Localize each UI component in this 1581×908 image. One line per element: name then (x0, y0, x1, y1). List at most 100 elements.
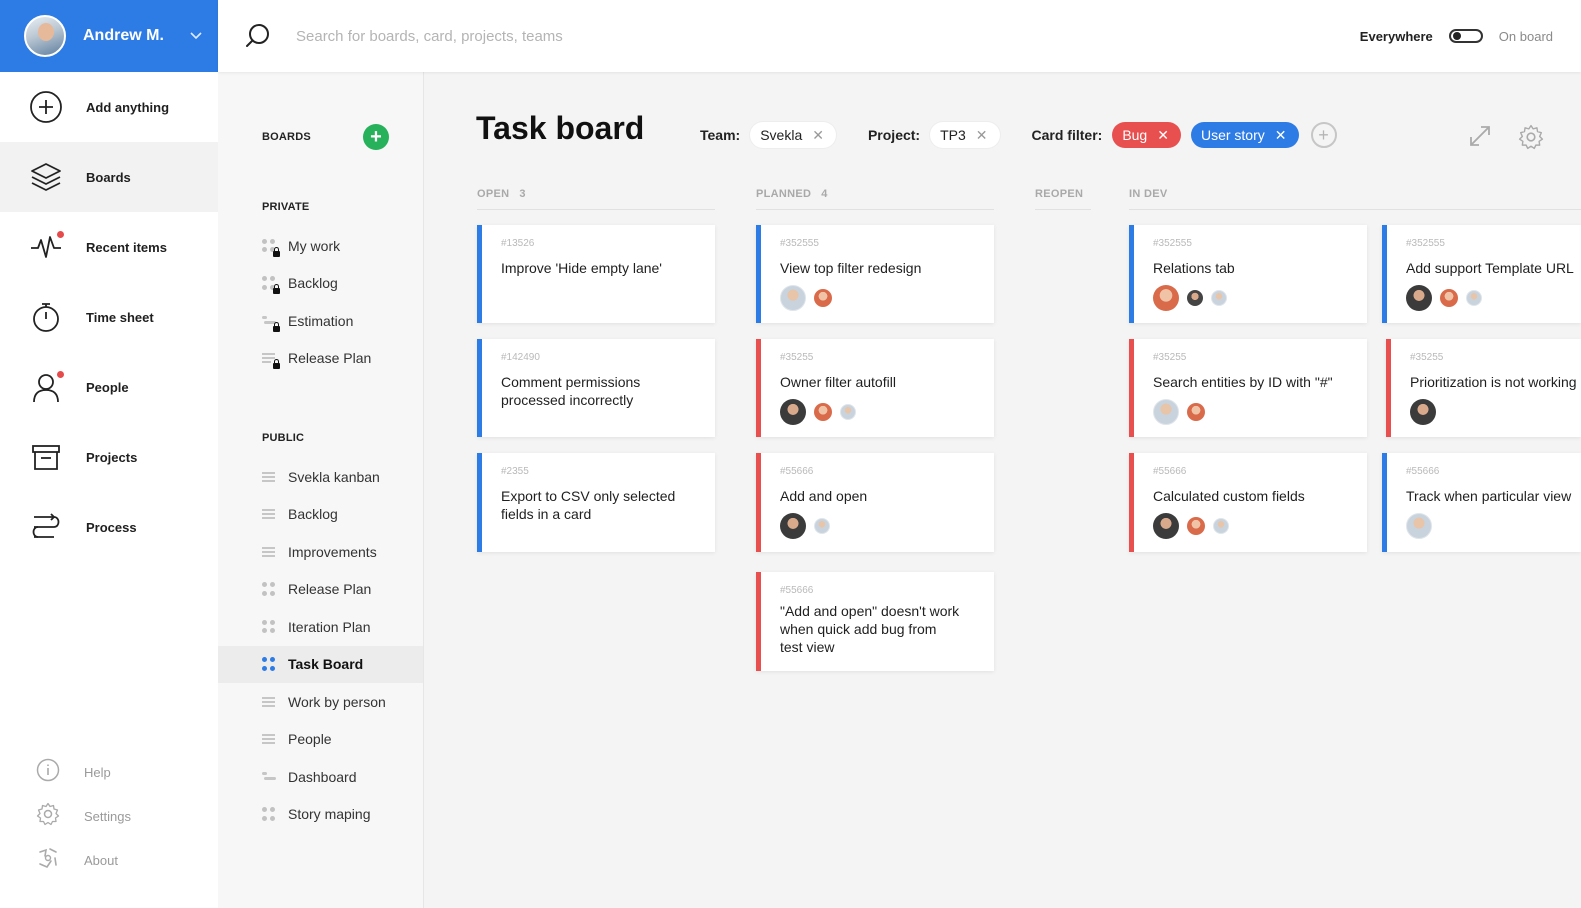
nav-item-settings[interactable]: Settings (0, 794, 218, 838)
avatar[interactable] (1153, 285, 1179, 311)
board-item-iteration-plan[interactable]: Iteration Plan (218, 608, 423, 646)
card-13526[interactable]: #13526 Improve 'Hide empty lane' (477, 225, 715, 323)
team-label: Team: (700, 127, 741, 143)
expand-icon[interactable] (1468, 124, 1492, 148)
avatar[interactable] (814, 289, 832, 307)
board-label: Release Plan (288, 581, 372, 598)
board-item-backlog-private[interactable]: Backlog (218, 265, 423, 303)
card-352555-relations[interactable]: #352555 Relations tab (1129, 225, 1367, 323)
bug-filter-chip[interactable]: Bug ✕ (1112, 122, 1181, 148)
card-55666-add-and-open-bug[interactable]: #55666 "Add and open" doesn't work when … (756, 572, 994, 671)
board-grid-icon (262, 582, 276, 596)
nav-item-boards[interactable]: Boards (0, 142, 218, 212)
avatar[interactable] (1153, 513, 1179, 539)
avatar[interactable] (840, 404, 856, 420)
avatar[interactable] (1187, 403, 1205, 421)
search-icon[interactable] (244, 22, 272, 50)
nav-item-help[interactable]: Help (0, 750, 218, 794)
card-assignees (1153, 513, 1353, 539)
card-55666-calculated[interactable]: #55666 Calculated custom fields (1129, 453, 1367, 552)
avatar[interactable] (780, 399, 806, 425)
avatar[interactable] (1406, 513, 1432, 539)
scope-toggle[interactable] (1448, 29, 1483, 43)
board-item-story-maping[interactable]: Story maping (218, 796, 423, 834)
avatar[interactable] (814, 518, 830, 534)
card-55666-track-view[interactable]: #55666 Track when particular view (1382, 453, 1581, 552)
avatar[interactable] (1466, 290, 1482, 306)
card-352555[interactable]: #352555 View top filter redesign (756, 225, 994, 323)
avatar[interactable] (1187, 290, 1203, 306)
card-title: Relations tab (1153, 260, 1235, 276)
avatar[interactable] (780, 285, 806, 311)
close-icon[interactable]: ✕ (1275, 127, 1287, 144)
avatar[interactable] (1406, 285, 1432, 311)
board-label: Svekla kanban (288, 468, 380, 485)
layers-icon (30, 161, 62, 193)
column-name: OPEN (477, 188, 510, 200)
card-142490[interactable]: #142490 Comment permissions processed in… (477, 339, 715, 437)
avatar[interactable] (1440, 289, 1458, 307)
card-35255[interactable]: #35255 Owner filter autofill (756, 339, 994, 437)
avatar[interactable] (1213, 518, 1229, 534)
card-35255-prioritization[interactable]: #35255 Prioritization is not working (1386, 339, 1581, 437)
board-label: People (288, 731, 332, 748)
card-35255-search[interactable]: #35255 Search entities by ID with "#" (1129, 339, 1367, 437)
team-filter-chip[interactable]: Svekla ✕ (750, 122, 836, 148)
avatar[interactable] (814, 403, 832, 421)
nav-item-time-sheet[interactable]: Time sheet (0, 282, 218, 352)
nav-item-recent-items[interactable]: Recent items (0, 212, 218, 282)
card-id: #2355 (501, 466, 529, 477)
nav-bottom: Help Settings About (0, 750, 218, 908)
board-item-task-board[interactable]: Task Board (218, 645, 423, 683)
nav-item-projects[interactable]: Projects (0, 422, 218, 492)
avatar[interactable] (1410, 399, 1436, 425)
nav-label: Recent items (86, 239, 167, 255)
avatar[interactable] (780, 513, 806, 539)
chevron-down-icon[interactable] (190, 29, 202, 43)
scope-onboard-label[interactable]: On board (1499, 29, 1553, 44)
board-item-backlog[interactable]: Backlog (218, 496, 423, 534)
card-title: Export to CSV only selected fields in a … (501, 488, 676, 522)
board-item-svekla-kanban[interactable]: Svekla kanban (218, 458, 423, 496)
close-icon[interactable]: ✕ (812, 127, 824, 144)
about-icon (36, 846, 60, 875)
add-board-button[interactable]: + (363, 124, 389, 150)
close-icon[interactable]: ✕ (976, 127, 988, 144)
process-icon (30, 511, 62, 543)
card-title: Add and open (780, 488, 868, 504)
card-352555-template-url[interactable]: #352555 Add support Template URL (1382, 225, 1581, 323)
avatar[interactable] (1153, 399, 1179, 425)
nav-item-process[interactable]: Process (0, 492, 218, 562)
add-filter-button[interactable]: + (1310, 122, 1337, 148)
board-item-release-plan-private[interactable]: Release Plan (218, 340, 423, 378)
filter-bar: Team: Svekla ✕ Project: TP3 ✕ Card filte… (700, 122, 1337, 148)
card-title: Comment permissions processed incorrectl… (501, 374, 641, 408)
task-board-main: Task board Team: Svekla ✕ Project: TP3 ✕… (424, 72, 1581, 908)
user-menu[interactable]: Andrew M. (0, 0, 218, 72)
nav-label: About (84, 852, 118, 868)
board-list-icon (262, 470, 276, 484)
column-name: IN DEV (1129, 188, 1168, 200)
scope-everywhere-label[interactable]: Everywhere (1360, 29, 1433, 44)
board-item-estimation[interactable]: Estimation (218, 302, 423, 340)
close-icon[interactable]: ✕ (1157, 127, 1169, 144)
board-item-my-work[interactable]: My work (218, 227, 423, 265)
card-2355[interactable]: #2355 Export to CSV only selected fields… (477, 453, 715, 552)
board-item-work-by-person[interactable]: Work by person (218, 683, 423, 721)
project-filter-chip[interactable]: TP3 ✕ (930, 122, 1000, 148)
nav-item-about[interactable]: About (0, 838, 218, 882)
nav-item-add-anything[interactable]: Add anything (0, 72, 218, 142)
board-item-release-plan[interactable]: Release Plan (218, 571, 423, 609)
board-item-dashboard[interactable]: Dashboard (218, 758, 423, 796)
card-id: #55666 (1153, 466, 1187, 477)
board-item-improvements[interactable]: Improvements (218, 533, 423, 571)
user-story-filter-chip[interactable]: User story ✕ (1190, 122, 1299, 148)
board-label: Iteration Plan (288, 618, 371, 635)
card-55666[interactable]: #55666 Add and open (756, 453, 994, 552)
search-input[interactable] (296, 27, 896, 45)
avatar[interactable] (1187, 517, 1205, 535)
avatar[interactable] (1211, 290, 1227, 306)
board-settings-gear-icon[interactable] (1518, 124, 1544, 150)
nav-item-people[interactable]: People (0, 352, 218, 422)
board-item-people[interactable]: People (218, 721, 423, 759)
